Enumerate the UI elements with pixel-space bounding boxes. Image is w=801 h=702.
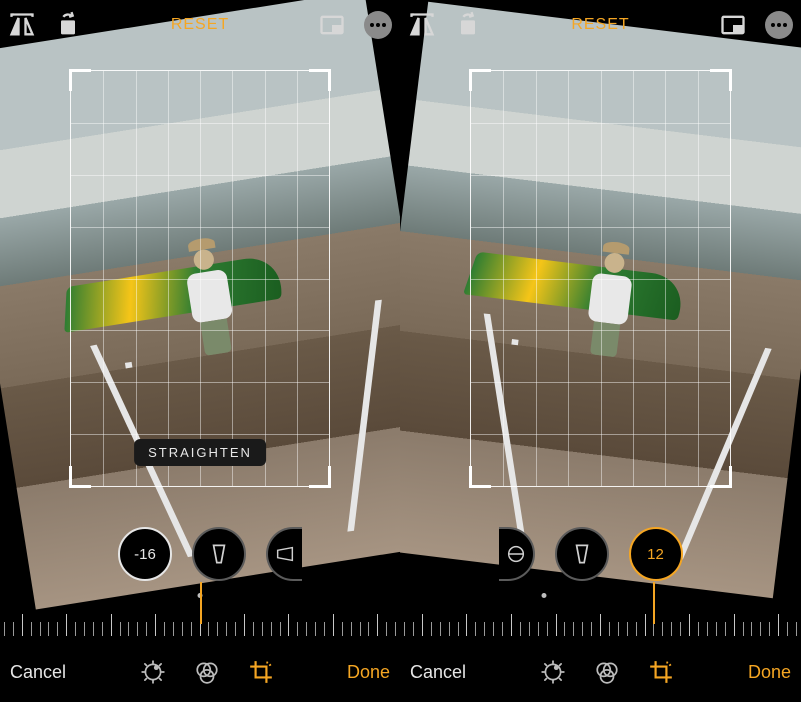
ruler-needle[interactable] (200, 582, 202, 624)
vertical-perspective-dial[interactable] (555, 527, 609, 581)
adjust-tab-icon[interactable] (540, 659, 566, 685)
rotate-icon[interactable] (54, 11, 82, 39)
crop-handle-tl[interactable] (469, 69, 491, 91)
crop-tab-icon[interactable] (648, 659, 674, 685)
edit-mode-tabs (540, 659, 674, 685)
crop-handle-tr[interactable] (309, 69, 331, 91)
more-icon[interactable] (765, 11, 793, 39)
crop-handle-br[interactable] (309, 466, 331, 488)
crop-handle-bl[interactable] (69, 466, 91, 488)
bottom-toolbar: Cancel Done (400, 642, 801, 702)
straighten-dial[interactable]: -16 (118, 527, 172, 581)
cancel-button[interactable]: Cancel (410, 662, 466, 683)
straighten-dial[interactable] (499, 527, 535, 581)
vertical-perspective-dial[interactable] (192, 527, 246, 581)
top-toolbar: RESET (0, 0, 400, 50)
done-button[interactable]: Done (347, 662, 390, 683)
horizontal-perspective-dial[interactable] (266, 527, 302, 581)
edit-mode-tabs (140, 659, 274, 685)
flip-horizontal-icon[interactable] (408, 11, 436, 39)
horizontal-value: 12 (647, 546, 664, 563)
filters-tab-icon[interactable] (194, 659, 220, 685)
reset-button[interactable]: RESET (171, 16, 229, 33)
filters-tab-icon[interactable] (594, 659, 620, 685)
aspect-ratio-icon[interactable] (318, 11, 346, 39)
angle-ruler[interactable]: /*ticks rendered below via template*/ (0, 598, 400, 636)
reset-button[interactable]: RESET (571, 16, 629, 33)
flip-horizontal-icon[interactable] (8, 11, 36, 39)
crop-handle-tr[interactable] (710, 69, 732, 91)
crop-handle-bl[interactable] (469, 466, 491, 488)
adjustment-dials: -16 (0, 524, 400, 584)
top-toolbar: RESET (400, 0, 801, 50)
cancel-button[interactable]: Cancel (10, 662, 66, 683)
photo-canvas[interactable] (400, 0, 801, 702)
adjust-tab-icon[interactable] (140, 659, 166, 685)
bottom-toolbar: Cancel Done (0, 642, 400, 702)
done-button[interactable]: Done (748, 662, 791, 683)
horizontal-perspective-dial[interactable]: 12 (629, 527, 683, 581)
adjustment-dials: 12 (400, 524, 801, 584)
straighten-value: -16 (134, 546, 156, 563)
crop-handle-tl[interactable] (69, 69, 91, 91)
angle-ruler[interactable] (400, 598, 801, 636)
crop-handle-br[interactable] (710, 466, 732, 488)
ruler-needle[interactable] (653, 582, 655, 624)
crop-frame[interactable] (470, 70, 731, 487)
crop-frame[interactable]: STRAIGHTEN (70, 70, 330, 487)
crop-tab-icon[interactable] (248, 659, 274, 685)
mode-label: STRAIGHTEN (134, 439, 266, 466)
more-icon[interactable] (364, 11, 392, 39)
editor-screen-left: STRAIGHTEN RESET -16 (0, 0, 400, 702)
editor-screen-right: RESET 12 Cancel (400, 0, 801, 702)
rotate-icon[interactable] (454, 11, 482, 39)
aspect-ratio-icon[interactable] (719, 11, 747, 39)
